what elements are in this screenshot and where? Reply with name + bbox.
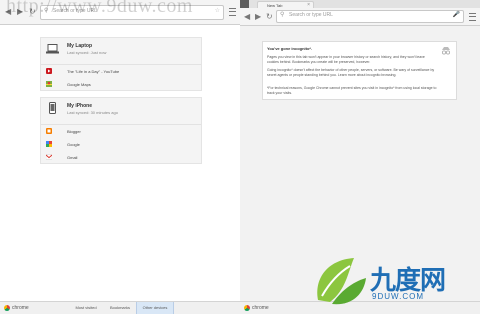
- incognito-spy-icon: [441, 47, 451, 55]
- tab-link[interactable]: Google: [41, 138, 201, 151]
- toolbar: ◀ ▶ ↻ ⚲ Search or type URL 🎤: [240, 8, 480, 26]
- tab-link-label: Blogger: [67, 129, 81, 134]
- tab-link-label: Google Maps: [67, 82, 91, 87]
- gmail-favicon: [46, 154, 52, 160]
- incognito-paragraph-1: Pages you view in this tab won't appear …: [267, 55, 425, 64]
- tab-link[interactable]: Google Maps: [41, 78, 201, 91]
- tab-link[interactable]: The "Life in a Day" - YouTube: [41, 65, 201, 78]
- incognito-title: You've gone incognito*.: [267, 46, 313, 51]
- tab-other-devices[interactable]: Other devices: [136, 302, 174, 314]
- youtube-favicon: [46, 68, 52, 74]
- tab-most-visited[interactable]: Most visited: [68, 302, 104, 314]
- incognito-icon: [240, 0, 249, 8]
- tab-link-label: The "Life in a Day" - YouTube: [67, 69, 120, 74]
- device-header[interactable]: My Laptop Last synced: Just now: [41, 38, 201, 65]
- omnibox-placeholder: Search or type URL: [289, 12, 333, 18]
- watermark-url: http://www.9duw.com: [6, 0, 193, 17]
- tab-link[interactable]: Gmail: [41, 151, 201, 164]
- search-icon: ⚲: [280, 12, 285, 18]
- forward-icon[interactable]: ▶: [255, 13, 261, 21]
- menu-icon[interactable]: [229, 8, 236, 16]
- chrome-logo-icon: [244, 305, 250, 311]
- menu-icon[interactable]: [469, 13, 476, 21]
- blogger-favicon: [46, 128, 52, 134]
- chrome-logo-icon: [4, 305, 10, 311]
- device-name: My iPhone: [67, 103, 93, 109]
- omnibox[interactable]: ⚲ Search or type URL 🎤: [276, 10, 464, 23]
- incognito-paragraph-2: Going incognito* doesn't affect the beha…: [267, 68, 435, 77]
- tab-bookmarks[interactable]: Bookmarks: [104, 302, 136, 314]
- device-card-laptop: My Laptop Last synced: Just now The "Lif…: [40, 37, 202, 91]
- google-favicon: [46, 141, 52, 147]
- back-icon[interactable]: ◀: [244, 13, 250, 21]
- laptop-icon: [46, 44, 59, 54]
- google-maps-favicon: [46, 81, 52, 87]
- phone-icon: [49, 102, 56, 114]
- watermark-logo-url: 9DUW.COM: [372, 292, 424, 301]
- star-icon[interactable]: ☆: [215, 8, 220, 15]
- microphone-icon[interactable]: 🎤: [453, 12, 460, 19]
- tab-link-label: Gmail: [67, 155, 78, 160]
- chrome-brand: chrome: [12, 305, 29, 311]
- chrome-brand: chrome: [252, 305, 269, 311]
- tab-link-label: Google: [67, 142, 80, 147]
- device-last-synced: Last synced: 30 minutes ago: [67, 110, 118, 115]
- device-name: My Laptop: [67, 43, 92, 49]
- incognito-info-box: You've gone incognito*. Pages you view i…: [262, 41, 457, 100]
- tab-link[interactable]: Blogger: [41, 125, 201, 138]
- device-last-synced: Last synced: Just now: [67, 50, 107, 55]
- tab-strip: New Tab ×: [240, 0, 480, 9]
- normal-browser-pane: ◀ ▶ ↻ ⚲ Search or type URL ☆ My Laptop L…: [0, 0, 240, 314]
- reload-icon[interactable]: ↻: [266, 13, 273, 21]
- new-tab-bottom-bar: chrome Most visited Bookmarks Other devi…: [0, 301, 240, 314]
- incognito-paragraph-3: *For technical reasons, Google Chrome ca…: [267, 86, 437, 95]
- watermark-leaf-icon: [317, 258, 366, 305]
- device-header[interactable]: My iPhone Last synced: 30 minutes ago: [41, 98, 201, 125]
- device-card-iphone: My iPhone Last synced: 30 minutes ago Bl…: [40, 97, 202, 164]
